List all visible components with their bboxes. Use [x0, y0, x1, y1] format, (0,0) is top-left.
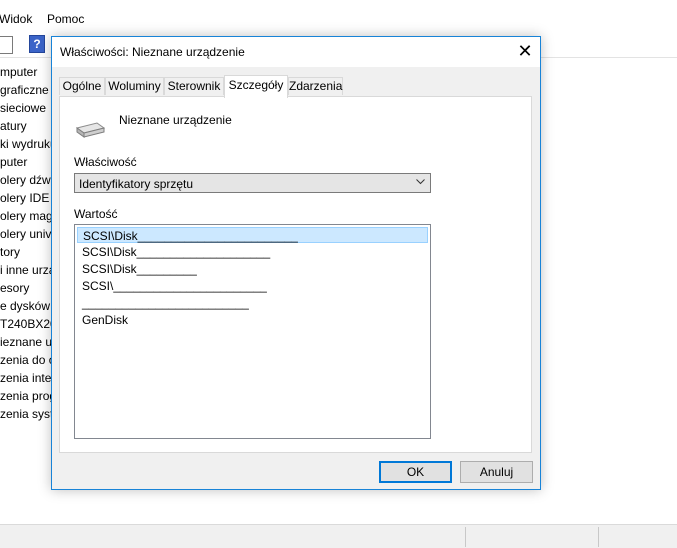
- tree-item[interactable]: i inne urzą: [0, 263, 55, 277]
- tree-item[interactable]: zenia inte: [0, 371, 51, 385]
- dialog-title: Właściwości: Nieznane urządzenie: [60, 45, 245, 59]
- list-item[interactable]: SCSI\_______________________: [77, 278, 428, 294]
- tree-item[interactable]: e dysków: [0, 299, 50, 313]
- properties-toolbar-icon[interactable]: [0, 36, 13, 54]
- tree-item[interactable]: graficzne: [0, 83, 49, 97]
- tree-item[interactable]: zenia prog: [0, 389, 56, 403]
- tree-item[interactable]: sieciowe: [0, 101, 46, 115]
- ok-button[interactable]: OK: [379, 461, 452, 483]
- tree-item[interactable]: tory: [0, 245, 20, 259]
- tree-item[interactable]: zenia syst: [0, 407, 53, 421]
- drive-icon: [75, 122, 105, 138]
- list-item[interactable]: SCSI\Disk____________________: [77, 244, 428, 260]
- list-item[interactable]: _________________________: [77, 295, 428, 311]
- value-list[interactable]: SCSI\Disk________________________ SCSI\D…: [74, 224, 431, 439]
- tree-item[interactable]: esory: [0, 281, 29, 295]
- dialog-titlebar[interactable]: Właściwości: Nieznane urządzenie ✕: [52, 37, 540, 67]
- property-dropdown-value: Identyfikatory sprzętu: [79, 177, 194, 191]
- list-item[interactable]: SCSI\Disk________________________: [77, 227, 428, 243]
- list-item[interactable]: SCSI\Disk_________: [77, 261, 428, 277]
- chevron-down-icon: [416, 179, 425, 185]
- tree-item[interactable]: ieznane ur: [0, 335, 56, 349]
- status-divider: [598, 527, 599, 547]
- tree-item[interactable]: zenia do o: [0, 353, 55, 367]
- tree-item[interactable]: olery univ: [0, 227, 51, 241]
- property-dropdown[interactable]: Identyfikatory sprzętu: [74, 173, 431, 193]
- tree-item[interactable]: ki wydruku: [0, 137, 57, 151]
- tree-item[interactable]: olery mag: [0, 209, 53, 223]
- tree-item[interactable]: puter: [0, 155, 27, 169]
- tree-item[interactable]: mputer: [0, 65, 37, 79]
- tab-driver[interactable]: Sterownik: [164, 77, 224, 95]
- tree-item[interactable]: olery dźwi: [0, 173, 53, 187]
- list-item[interactable]: GenDisk: [77, 312, 428, 328]
- properties-dialog: Właściwości: Nieznane urządzenie ✕ Ogóln…: [51, 36, 541, 490]
- tree-item[interactable]: atury: [0, 119, 27, 133]
- close-icon[interactable]: ✕: [510, 37, 540, 67]
- status-divider: [465, 527, 466, 547]
- value-label: Wartość: [74, 207, 118, 221]
- cancel-button[interactable]: Anuluj: [460, 461, 533, 483]
- device-name: Nieznane urządzenie: [119, 113, 232, 127]
- details-panel: Nieznane urządzenie Właściwość Identyfik…: [59, 96, 532, 453]
- tab-volumes[interactable]: Woluminy: [105, 77, 164, 95]
- menu-item-help[interactable]: Pomoc: [47, 12, 84, 26]
- tab-details[interactable]: Szczegóły: [224, 75, 288, 98]
- tab-events[interactable]: Zdarzenia: [288, 77, 343, 95]
- status-bar: [0, 524, 677, 548]
- menu-bar: Widok Pomoc: [0, 0, 677, 31]
- property-label: Właściwość: [74, 155, 137, 169]
- menu-item-view[interactable]: Widok: [0, 12, 32, 26]
- help-icon[interactable]: ?: [29, 35, 45, 53]
- tab-general[interactable]: Ogólne: [59, 77, 105, 95]
